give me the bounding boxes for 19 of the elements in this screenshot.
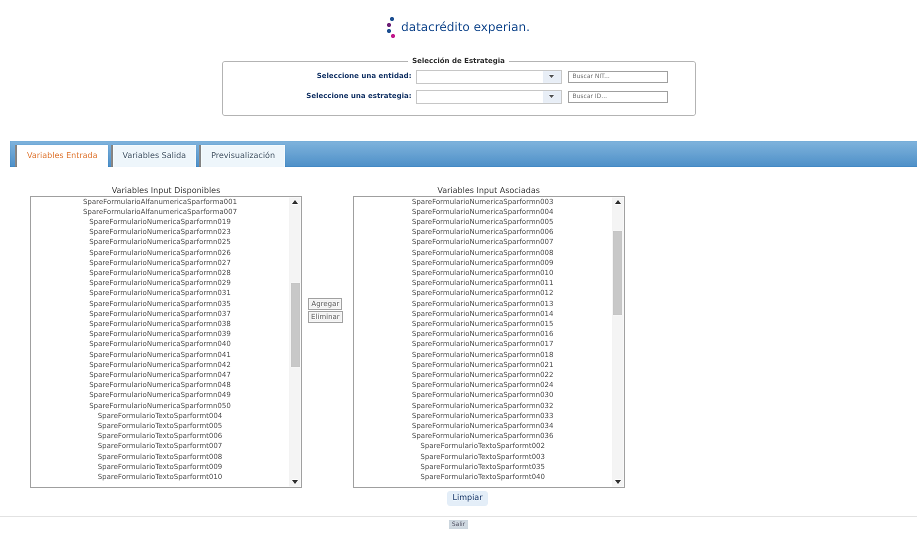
scrollbar[interactable] [289,196,301,486]
variable-listbox[interactable] [30,196,302,488]
scroll-up-icon[interactable] [292,200,298,204]
list-title: Variables Input Asociadas [437,186,540,196]
scrollbar[interactable] [612,196,624,486]
scroll-down-icon[interactable] [292,480,298,484]
tab[interactable]: Previsualización [199,144,286,166]
clear-button[interactable]: Limpiar [446,490,488,506]
list-title: Variables Input Disponibles [112,186,220,196]
variable-listbox[interactable] [352,196,625,488]
caret-icon [549,95,554,98]
scroll-thumb[interactable] [290,282,300,366]
logo-dots-icon [387,16,398,38]
caret-icon [549,75,554,78]
scroll-thumb[interactable] [613,230,622,314]
scroll-down-icon[interactable] [614,480,621,484]
logo-text: datacrédito experian. [401,19,530,36]
tab[interactable]: Variables Salida [110,144,196,166]
scroll-up-icon[interactable] [614,200,621,204]
